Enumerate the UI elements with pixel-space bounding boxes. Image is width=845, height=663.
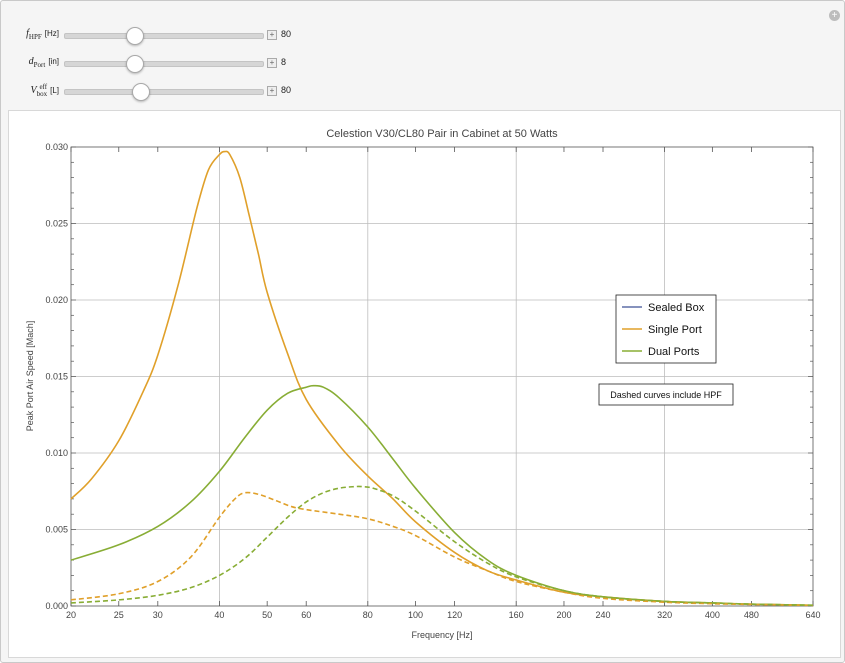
box-volume-label: Veff box [L] — [30, 83, 59, 98]
x-tick-label: 80 — [363, 610, 373, 620]
annotation: Dashed curves include HPF — [598, 383, 734, 406]
x-tick-label: 60 — [301, 610, 311, 620]
port-diameter-slider[interactable] — [64, 55, 264, 73]
x-tick-label: 200 — [556, 610, 571, 620]
hpf-frequency-control: fHPF [Hz] + 80 — [1, 25, 401, 45]
x-tick-label: 20 — [66, 610, 76, 620]
y-tick-label: 0.020 — [45, 295, 68, 305]
series-layer — [70, 150, 814, 607]
port-diameter-label: dPort [in] — [28, 56, 59, 69]
x-tick-label: 40 — [214, 610, 224, 620]
series-line-dual-ports — [70, 384, 814, 607]
port-diameter-slider-thumb[interactable] — [126, 55, 145, 73]
hpf-frequency-expand-button[interactable]: + — [267, 30, 277, 40]
legend: Sealed Box Single Port Dual Ports — [615, 294, 717, 364]
x-tick-label: 480 — [744, 610, 759, 620]
x-tick-label: 50 — [262, 610, 272, 620]
annotation-text: Dashed curves include HPF — [610, 390, 722, 400]
x-tick-label: 25 — [114, 610, 124, 620]
x-tick-label: 240 — [595, 610, 610, 620]
hpf-frequency-value: 80 — [281, 29, 292, 39]
series-line-single-port — [70, 150, 814, 607]
grid-layer — [71, 147, 813, 606]
x-tick-label: 640 — [805, 610, 820, 620]
air-speed-chart: Celestion V30/CL80 Pair in Cabinet at 50… — [25, 128, 821, 640]
box-volume-slider-thumb[interactable] — [132, 83, 151, 101]
box-volume-slider[interactable] — [64, 83, 264, 101]
x-tick-label: 100 — [408, 610, 423, 620]
plot-area: Celestion V30/CL80 Pair in Cabinet at 50… — [8, 110, 841, 658]
x-tick-label: 400 — [705, 610, 720, 620]
expand-options-icon[interactable]: + — [829, 10, 840, 21]
box-volume-expand-button[interactable]: + — [267, 86, 277, 96]
chart-title: Celestion V30/CL80 Pair in Cabinet at 50… — [326, 128, 558, 140]
port-diameter-value: 8 — [281, 57, 287, 67]
y-tick-label: 0.030 — [45, 142, 68, 152]
legend-label-sealed: Sealed Box — [648, 302, 705, 314]
hpf-frequency-slider-thumb[interactable] — [126, 27, 145, 45]
y-axis-label: Peak Port Air Speed [Mach] — [25, 321, 35, 432]
x-tick-label: 30 — [153, 610, 163, 620]
y-tick-label: 0.000 — [45, 601, 68, 611]
hpf-frequency-slider[interactable] — [64, 27, 264, 45]
box-volume-control: Veff box [L] + 80 — [1, 81, 401, 101]
x-tick-label: 160 — [509, 610, 524, 620]
x-tick-label: 320 — [657, 610, 672, 620]
x-axis-label: Frequency [Hz] — [411, 630, 472, 640]
hpf-frequency-label: fHPF [Hz] — [26, 28, 59, 41]
x-tick-label: 120 — [447, 610, 462, 620]
y-tick-label: 0.025 — [45, 219, 68, 229]
demonstration-panel: + fHPF [Hz] + 80 dPort [in] + 8 Veff box [L]… — [0, 0, 845, 663]
series-line-dual-ports-hpf — [70, 485, 814, 607]
legend-label-single: Single Port — [648, 324, 702, 336]
box-volume-value: 80 — [281, 85, 292, 95]
tick-layer: 20 25 30 40 50 60 80 100 120 160 200 240 320 400 480 64… — [45, 142, 820, 620]
y-tick-label: 0.015 — [45, 372, 68, 382]
y-tick-label: 0.010 — [45, 448, 68, 458]
port-diameter-expand-button[interactable]: + — [267, 58, 277, 68]
legend-label-dual: Dual Ports — [648, 346, 700, 358]
port-diameter-control: dPort [in] + 8 — [1, 53, 401, 73]
y-tick-label: 0.005 — [45, 525, 68, 535]
